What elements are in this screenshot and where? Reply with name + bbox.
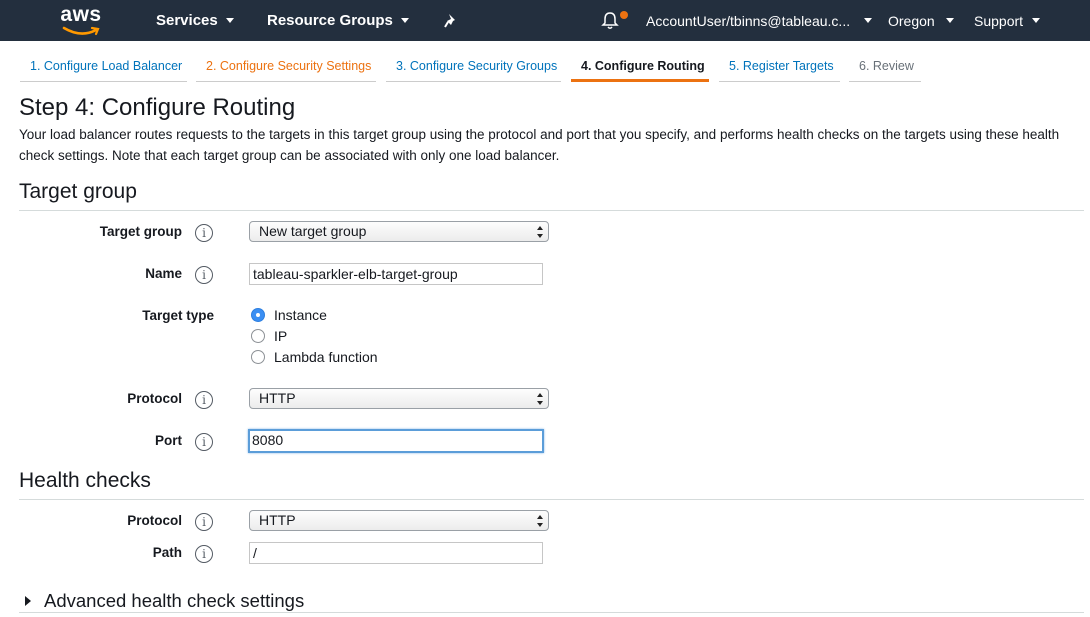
name-label: Name xyxy=(145,266,182,281)
section-divider xyxy=(19,499,1084,500)
support-menu[interactable]: Support xyxy=(974,0,1041,41)
advanced-health-check-settings-label: Advanced health check settings xyxy=(44,590,305,611)
account-label: AccountUser/tbinns@tableau.c... xyxy=(646,12,851,29)
protocol-select[interactable]: HTTP xyxy=(249,388,549,409)
target-type-option-ip[interactable]: IP xyxy=(251,328,287,344)
target-type-option-label: Instance xyxy=(274,307,327,323)
port-input[interactable]: 8080 xyxy=(248,429,544,453)
health-protocol-label: Protocol xyxy=(127,513,182,528)
caret-right-icon xyxy=(25,596,31,606)
step-configure-security-groups[interactable]: 3. Configure Security Groups xyxy=(386,56,561,82)
port-label: Port xyxy=(155,433,182,448)
step-configure-security-settings[interactable]: 2. Configure Security Settings xyxy=(196,56,376,82)
resource-groups-menu[interactable]: Resource Groups xyxy=(267,0,409,41)
info-icon[interactable]: i xyxy=(195,513,213,531)
region-label: Oregon xyxy=(888,12,935,29)
step-configure-load-balancer[interactable]: 1. Configure Load Balancer xyxy=(20,56,187,82)
radio-unselected-icon[interactable] xyxy=(251,350,265,364)
pin-icon xyxy=(444,13,455,28)
chevron-down-icon xyxy=(225,18,234,23)
aws-smile-icon xyxy=(62,26,100,36)
radio-unselected-icon[interactable] xyxy=(251,329,265,343)
health-protocol-select[interactable]: HTTP xyxy=(249,510,549,531)
info-icon[interactable]: i xyxy=(195,433,213,451)
info-icon[interactable]: i xyxy=(195,545,213,563)
chevron-down-icon xyxy=(864,18,873,23)
chevron-down-icon xyxy=(400,18,409,23)
page-title: Step 4: Configure Routing xyxy=(19,94,296,121)
info-icon[interactable]: i xyxy=(195,224,213,242)
services-menu[interactable]: Services xyxy=(156,0,234,41)
step-configure-routing[interactable]: 4. Configure Routing xyxy=(571,56,709,82)
target-type-option-lambda[interactable]: Lambda function xyxy=(251,349,378,365)
chevron-down-icon xyxy=(1032,18,1041,23)
target-group-select[interactable]: New target group xyxy=(249,221,549,242)
protocol-select-value: HTTP xyxy=(259,390,296,406)
target-type-option-label: Lambda function xyxy=(274,349,378,365)
top-navigation-bar: aws Services Resource Groups AccountUser… xyxy=(0,0,1090,41)
section-divider xyxy=(19,612,1084,613)
path-label: Path xyxy=(152,545,182,560)
notification-badge xyxy=(620,11,628,19)
bell-icon xyxy=(601,12,619,29)
target-type-label: Target type xyxy=(142,308,214,323)
advanced-health-check-settings-toggle[interactable]: Advanced health check settings xyxy=(25,590,304,612)
info-icon[interactable]: i xyxy=(195,266,213,284)
health-protocol-select-value: HTTP xyxy=(259,512,296,528)
select-arrows-icon xyxy=(537,393,543,405)
step-review: 6. Review xyxy=(849,56,921,82)
support-label: Support xyxy=(974,12,1024,29)
aws-logo-text: aws xyxy=(60,3,102,26)
health-checks-heading: Health checks xyxy=(19,469,151,492)
target-type-option-instance[interactable]: Instance xyxy=(251,307,327,323)
info-icon[interactable]: i xyxy=(195,391,213,409)
target-group-select-value: New target group xyxy=(259,223,367,239)
select-arrows-icon xyxy=(537,226,543,238)
page-description: Your load balancer routes requests to th… xyxy=(19,127,1060,163)
target-type-option-label: IP xyxy=(274,328,288,344)
section-divider xyxy=(19,210,1084,211)
protocol-label: Protocol xyxy=(127,391,182,406)
aws-logo[interactable]: aws xyxy=(60,4,102,36)
chevron-down-icon xyxy=(945,18,954,23)
account-menu[interactable]: AccountUser/tbinns@tableau.c... xyxy=(646,0,873,41)
select-arrows-icon xyxy=(537,515,543,527)
target-group-label: Target group xyxy=(99,224,182,239)
step-register-targets[interactable]: 5. Register Targets xyxy=(719,56,840,82)
wizard-steps: 1. Configure Load Balancer 2. Configure … xyxy=(0,41,1090,84)
target-group-heading: Target group xyxy=(19,180,137,203)
radio-selected-icon[interactable] xyxy=(251,308,265,322)
name-input[interactable]: tableau-sparkler-elb-target-group xyxy=(249,263,543,285)
path-input[interactable]: / xyxy=(249,542,543,564)
services-label: Services xyxy=(156,12,218,29)
pin-button[interactable] xyxy=(443,0,459,41)
region-menu[interactable]: Oregon xyxy=(888,0,954,41)
notifications-button[interactable] xyxy=(601,0,619,41)
resource-groups-label: Resource Groups xyxy=(267,12,393,29)
